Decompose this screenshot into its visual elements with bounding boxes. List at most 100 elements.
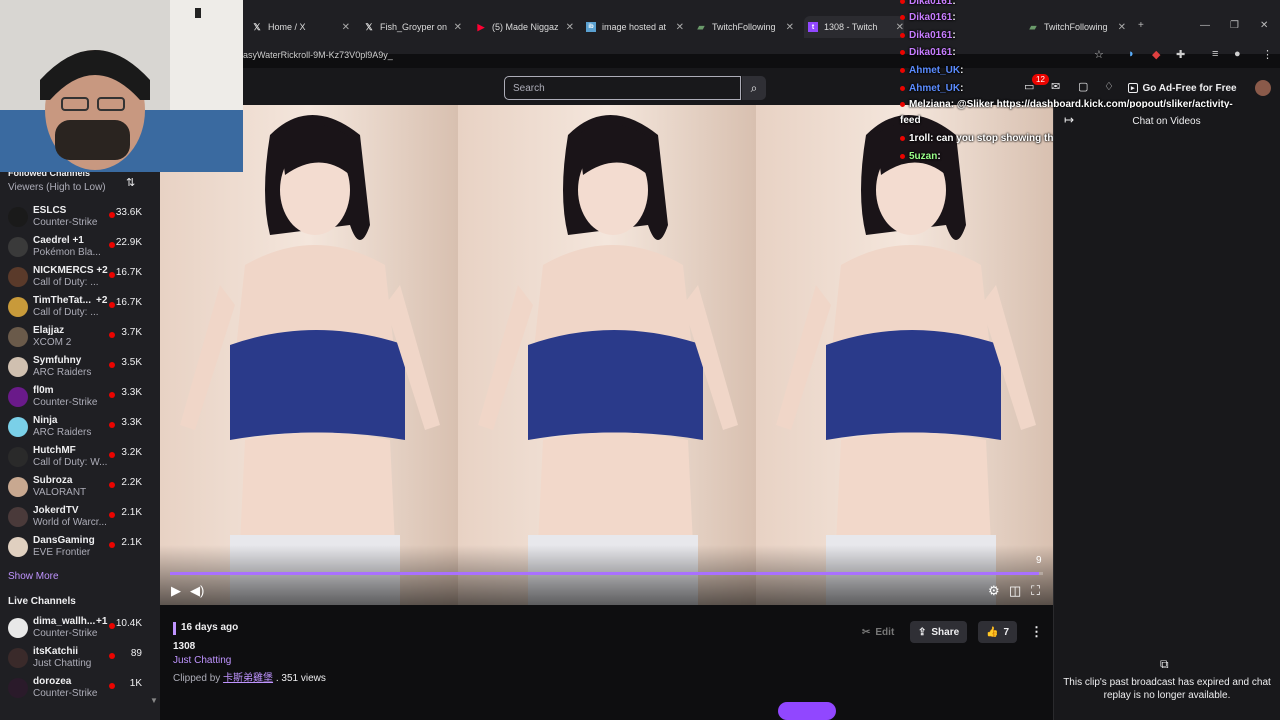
channel-game: XCOM 2 <box>33 337 72 348</box>
bookmark-star-icon[interactable]: ☆ <box>1094 48 1104 61</box>
extension-icon[interactable]: ◆ <box>1152 48 1160 61</box>
browser-menu-icon[interactable]: ⋮ <box>1262 48 1273 61</box>
sidebar-channel-item[interactable]: NICKMERCS +2 Call of Duty: ... 16.7K <box>0 263 160 291</box>
sidebar-channel-item[interactable]: dorozea Counter-Strike 1K <box>0 674 160 702</box>
chat-overlay-message: Ahmet_UK: <box>900 83 963 94</box>
chat-badge-icon <box>900 15 905 20</box>
channel-avatar <box>8 237 28 257</box>
chat-badge-icon <box>900 136 905 141</box>
browser-tab-active[interactable]: t 1308 - Twitch ✕ <box>804 16 904 38</box>
extensions-puzzle-icon[interactable]: ✚ <box>1176 48 1185 61</box>
new-tab-icon[interactable]: + <box>1138 20 1144 31</box>
sidebar-channel-item[interactable]: JokerdTV World of Warcr... 2.1K <box>0 503 160 531</box>
edit-button[interactable]: ✂ Edit <box>854 621 902 643</box>
youtube-icon: ▶ <box>477 21 485 32</box>
fullscreen-icon[interactable]: ⛶ <box>1031 583 1040 599</box>
channel-avatar <box>8 297 28 317</box>
sidebar-channel-item[interactable]: DansGaming EVE Frontier 2.1K <box>0 533 160 561</box>
channel-name: dorozea <box>33 676 72 687</box>
video-player[interactable] <box>160 105 1053 605</box>
clipper-link[interactable]: 卡斯弟雞堡 <box>223 673 273 684</box>
maximize-icon[interactable]: ❐ <box>1230 20 1239 31</box>
search-input[interactable]: Search <box>504 76 741 100</box>
browser-tab[interactable]: 𝕏 Fish_Groyper on ✕ <box>364 16 462 38</box>
channel-game: ARC Raiders <box>33 367 92 378</box>
channel-avatar <box>8 417 28 437</box>
chat-overlay-message: 5uzan: <box>900 151 941 162</box>
viewer-count: 16.7K <box>115 297 142 308</box>
video-frame <box>458 105 756 605</box>
close-tab-icon[interactable]: ✕ <box>676 22 684 33</box>
sidebar-channel-item[interactable]: Ninja ARC Raiders 3.3K <box>0 413 160 441</box>
share-button[interactable]: ⇪ Share <box>910 621 968 643</box>
browser-tab[interactable]: ib image hosted at ✕ <box>586 16 684 38</box>
like-button[interactable]: 👍 7 <box>978 621 1018 643</box>
webcam-image <box>0 0 243 172</box>
close-tab-icon[interactable]: ✕ <box>566 22 574 33</box>
close-tab-icon[interactable]: ✕ <box>454 22 462 33</box>
media-controls-icon[interactable]: ≡ <box>1212 48 1218 60</box>
close-window-icon[interactable]: ✕ <box>1260 20 1268 31</box>
live-indicator-icon <box>109 683 115 689</box>
sort-label[interactable]: Viewers (High to Low) <box>8 182 106 193</box>
chat-expired-message: This clip's past broadcast has expired a… <box>1063 677 1271 701</box>
crown-icon[interactable]: ♢ <box>1104 80 1114 93</box>
notification-count-badge: 12 <box>1032 74 1049 85</box>
app-root: 𝕏 Home / X ✕ 𝕏 Fish_Groyper on ✕ ▶ (5) Made N… <box>0 0 1280 720</box>
chat-overlay-message: Dika0161: <box>900 30 956 41</box>
bottom-button[interactable] <box>778 702 836 720</box>
user-avatar[interactable] <box>1255 80 1271 96</box>
settings-gear-icon[interactable]: ⚙ <box>988 583 1000 599</box>
chat-username: Dika0161 <box>909 30 953 41</box>
theatre-mode-icon[interactable]: ◫ <box>1009 583 1021 599</box>
scroll-down-icon[interactable]: ▼ <box>150 696 158 705</box>
viewer-count: 89 <box>130 648 142 659</box>
clip-category-link[interactable]: Just Chatting <box>173 655 231 666</box>
inbox-icon[interactable]: ✉ <box>1051 80 1060 93</box>
live-indicator-icon <box>109 452 115 458</box>
sidebar-channel-item[interactable]: ESLCS Counter-Strike 33.6K <box>0 203 160 231</box>
sidebar-channel-item[interactable]: Caedrel +1 Pokémon Bla... 22.9K <box>0 233 160 261</box>
sidebar-channel-item[interactable]: dima_wallh... +1 Counter-Strike 10.4K <box>0 614 160 642</box>
sort-arrows-icon[interactable]: ⇅ <box>126 176 135 189</box>
show-more-link[interactable]: Show More <box>8 571 59 582</box>
whispers-icon[interactable]: ▢ <box>1078 80 1088 93</box>
ad-free-icon: ▸ <box>1128 83 1138 93</box>
viewer-count: 2.1K <box>121 537 142 548</box>
more-options-icon[interactable]: ⋮ <box>1022 621 1051 643</box>
viewer-count: 3.3K <box>121 387 142 398</box>
search-button[interactable]: ⌕ <box>742 76 766 100</box>
close-tab-icon[interactable]: ✕ <box>1118 22 1126 33</box>
live-channels-header: Live Channels <box>8 596 76 607</box>
channel-game: Call of Duty: ... <box>33 277 99 288</box>
play-icon[interactable]: ▶ <box>171 583 181 599</box>
sidebar-channel-item[interactable]: fl0m Counter-Strike 3.3K <box>0 383 160 411</box>
close-tab-icon[interactable]: ✕ <box>342 22 350 33</box>
sidebar-channel-item[interactable]: Subroza VALORANT 2.2K <box>0 473 160 501</box>
go-ad-free-button[interactable]: ▸ Go Ad-Free for Free <box>1128 78 1237 98</box>
chat-badge-icon <box>900 154 905 159</box>
browser-tab[interactable]: ▰ TwitchFollowing ✕ <box>1028 16 1126 38</box>
sidebar-channel-item[interactable]: HutchMF Call of Duty: W... 3.2K <box>0 443 160 471</box>
clip-date: 16 days ago <box>181 622 239 633</box>
close-tab-icon[interactable]: ✕ <box>786 22 794 33</box>
browser-tab[interactable]: ▰ TwitchFollowing ✕ <box>696 16 794 38</box>
browser-tab[interactable]: 𝕏 Home / X ✕ <box>252 16 350 38</box>
minimize-icon[interactable]: — <box>1200 20 1210 31</box>
sidebar-channel-item[interactable]: itsKatchii Just Chatting 89 <box>0 644 160 672</box>
address-bar[interactable]: asyWaterRickroll-9M-Kz73V0pl9A9y_ <box>243 44 1143 66</box>
sidebar-channel-item[interactable]: Symfuhny ARC Raiders 3.5K <box>0 353 160 381</box>
sidebar-channel-item[interactable]: TimTheTat... +2 Call of Duty: ... 16.7K <box>0 293 160 321</box>
live-indicator-icon <box>109 512 115 518</box>
live-indicator-icon <box>109 482 115 488</box>
video-time-remaining: 9 <box>1036 555 1042 566</box>
extension-icon[interactable]: ◗ <box>1128 48 1135 60</box>
browser-tab[interactable]: ▶ (5) Made Niggaz ✕ <box>476 16 574 38</box>
live-indicator-icon <box>109 242 115 248</box>
volume-icon[interactable]: ◀) <box>190 583 204 599</box>
sidebar-channel-item[interactable]: Elajjaz XCOM 2 3.7K <box>0 323 160 351</box>
channel-avatar <box>8 537 28 557</box>
profile-icon[interactable]: ● <box>1234 48 1241 60</box>
viewer-count: 16.7K <box>115 267 142 278</box>
channel-avatar <box>8 447 28 467</box>
